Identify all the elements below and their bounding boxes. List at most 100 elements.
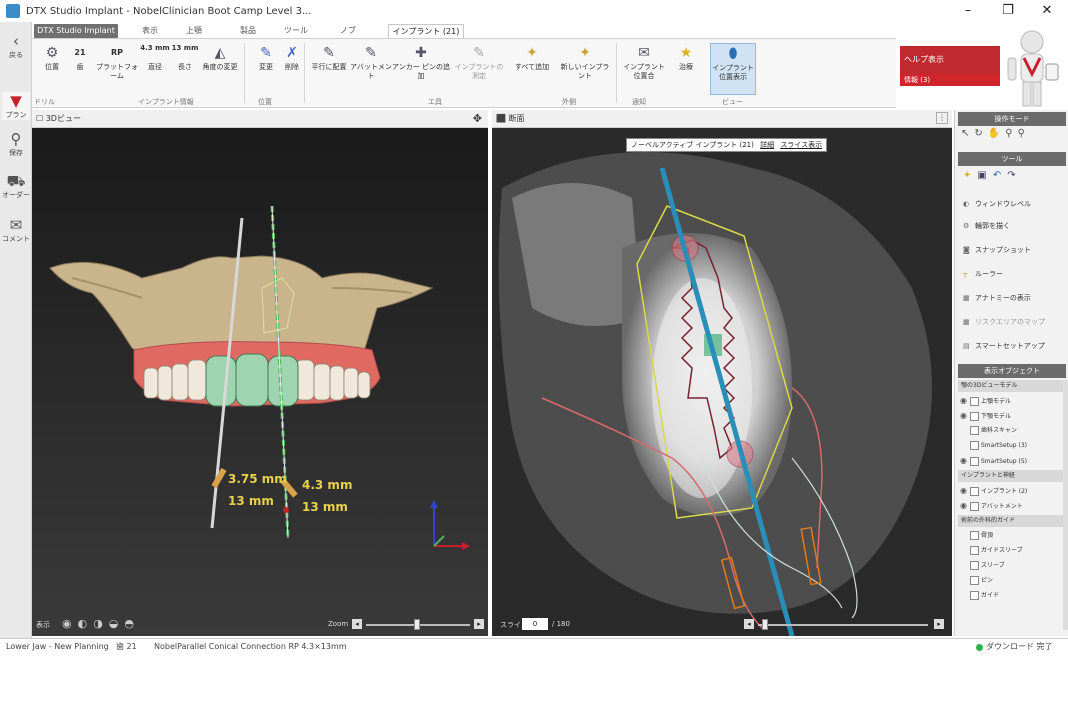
nav-comment[interactable]: ✉ コメント bbox=[2, 216, 30, 244]
tool-anatomy[interactable]: ▦ アナトミーの表示 bbox=[963, 290, 1063, 306]
rotate-mode-icon[interactable]: ↻ bbox=[974, 128, 987, 139]
visibility-checkbox[interactable] bbox=[970, 546, 979, 555]
tab-knob[interactable]: ノブ bbox=[328, 24, 368, 38]
tool-label: スナップショット bbox=[975, 246, 1031, 254]
back-button[interactable]: ‹ 戻る bbox=[2, 32, 30, 60]
tool-snapshot[interactable]: ◙ スナップショット bbox=[963, 242, 1063, 258]
measurement-length-right: 13 mm bbox=[302, 500, 348, 514]
object-row[interactable]: ガイドスリーブ bbox=[960, 543, 1060, 558]
slice-next-button[interactable]: ▸ bbox=[934, 619, 944, 629]
status-ok-icon bbox=[976, 644, 983, 651]
view3d-viewport[interactable]: 3.75 mm 13 mm 4.3 mm 13 mm 表示 ◉◐◑◒◓ Zoom… bbox=[32, 128, 488, 636]
eye-icon[interactable]: ◉ bbox=[960, 498, 970, 513]
slice-slider-handle[interactable] bbox=[762, 619, 768, 630]
ribbon-parallel-button[interactable]: ✎ 平行に配置 bbox=[306, 43, 352, 72]
visibility-checkbox[interactable] bbox=[970, 397, 979, 406]
tab-view[interactable]: 表示 bbox=[130, 24, 170, 38]
object-row[interactable]: ◉ 下顎モデル bbox=[960, 408, 1060, 423]
select-mode-icon[interactable]: ↖ bbox=[961, 128, 974, 139]
ribbon-abutment-button[interactable]: ✎ アバットメント bbox=[348, 43, 394, 81]
slice-input[interactable]: 0 bbox=[522, 618, 548, 630]
ribbon-platform-button[interactable]: RP プラットフォーム bbox=[94, 43, 140, 81]
object-row[interactable]: スリーブ bbox=[960, 558, 1060, 573]
eye-icon[interactable]: ◉ bbox=[960, 408, 970, 423]
visibility-checkbox[interactable] bbox=[970, 457, 979, 466]
maximize-button[interactable]: ❐ bbox=[993, 2, 1023, 20]
object-row[interactable]: ◉ SmartSetup (5) bbox=[960, 453, 1060, 468]
object-row[interactable]: ◉ アバットメント bbox=[960, 498, 1060, 513]
zoom-out-button[interactable]: ◂ bbox=[352, 619, 362, 629]
visibility-checkbox[interactable] bbox=[970, 426, 979, 435]
view-menu-icon[interactable]: ⋮ bbox=[936, 112, 948, 124]
object-row[interactable]: ピン bbox=[960, 573, 1060, 588]
tab-product[interactable]: 製品 bbox=[228, 24, 268, 38]
tool-window-level[interactable]: ◐ ウィンドウレベル bbox=[963, 196, 1063, 212]
ribbon-anchor-button[interactable]: ✚ アンカー ピンの追加 bbox=[390, 43, 452, 81]
ribbon-diameter-button[interactable]: 4.3 mm 直径 bbox=[138, 43, 172, 72]
nav-plan[interactable]: ▼ プラン bbox=[2, 92, 30, 120]
tool-smart-setup[interactable]: ▤ スマートセットアップ bbox=[963, 338, 1063, 354]
visibility-checkbox[interactable] bbox=[970, 531, 979, 540]
status-bar: Lower Jaw - New Planning 歯 21 NobelParal… bbox=[0, 638, 1068, 654]
view-preset-icons[interactable]: ◉◐◑◒◓ bbox=[62, 617, 140, 630]
tab-upper[interactable]: 上顎 bbox=[174, 24, 214, 38]
objects-scrollbar[interactable] bbox=[1063, 380, 1068, 630]
object-row[interactable]: 骨頂 bbox=[960, 528, 1060, 543]
ribbon-length-button[interactable]: 13 mm 長さ bbox=[168, 43, 202, 72]
object-group-title: 顎の3Dビューモデル bbox=[958, 380, 1066, 392]
save-icon[interactable]: ▣ bbox=[977, 170, 992, 181]
nav-order[interactable]: ⛟ オーダー bbox=[2, 172, 30, 200]
object-row[interactable]: ガイド bbox=[960, 588, 1060, 603]
file-menu-button[interactable]: DTX Studio Implant ▾ bbox=[34, 24, 118, 49]
tool-ruler[interactable]: ┬ ルーラー bbox=[963, 266, 1063, 282]
undo-icon[interactable]: ↶ bbox=[993, 170, 1007, 181]
ct-cross-section-viewport[interactable]: ノーベルアクティブ インプラント (21) 詳細 スライス表示 スライス 0 /… bbox=[492, 128, 952, 636]
eye-icon[interactable]: ◉ bbox=[960, 483, 970, 498]
slice-slider[interactable] bbox=[758, 624, 928, 626]
eye-icon[interactable]: ◉ bbox=[960, 453, 970, 468]
ribbon-show-implant-button[interactable]: ⬮ インプラント 位置表示 bbox=[710, 43, 756, 95]
visibility-checkbox[interactable] bbox=[970, 502, 979, 511]
zoom-slider-handle[interactable] bbox=[414, 619, 420, 630]
status-download[interactable]: ダウンロード 完了 bbox=[986, 639, 1053, 655]
details-link[interactable]: 詳細 bbox=[760, 141, 774, 149]
visibility-checkbox[interactable] bbox=[970, 441, 979, 450]
object-row[interactable]: SmartSetup (3) bbox=[960, 438, 1060, 453]
eye-icon[interactable]: ◉ bbox=[960, 393, 970, 408]
minimize-button[interactable]: – bbox=[953, 2, 983, 20]
pan-mode-icon[interactable]: ✋ bbox=[988, 128, 1005, 139]
object-row[interactable]: ◉ 上顎モデル bbox=[960, 393, 1060, 408]
ribbon-align-button[interactable]: ✉ インプラント 位置合 bbox=[622, 43, 666, 81]
ribbon-measure-button[interactable]: ✎ インプラントの測定 bbox=[452, 43, 506, 81]
tab-implant[interactable]: インプラント (21) bbox=[388, 24, 464, 38]
nav-save[interactable]: ⚲ 保存 bbox=[2, 130, 30, 158]
ribbon-add-all-button[interactable]: ✦ すべて追加 bbox=[510, 43, 554, 72]
abutment-icon: ✎ bbox=[365, 45, 377, 61]
tab-tools[interactable]: ツール bbox=[276, 24, 316, 38]
info-notice[interactable]: 情報 (3) bbox=[900, 74, 1000, 86]
wand-icon[interactable]: ✦ bbox=[963, 170, 977, 181]
slice-prev-button[interactable]: ◂ bbox=[744, 619, 754, 629]
visibility-checkbox[interactable] bbox=[970, 412, 979, 421]
visibility-checkbox[interactable] bbox=[970, 576, 979, 585]
tool-label: ルーラー bbox=[975, 270, 1003, 278]
slice-view-link[interactable]: スライス表示 bbox=[780, 141, 822, 149]
risk-icon: ▦ bbox=[963, 318, 970, 326]
visibility-checkbox[interactable] bbox=[970, 487, 979, 496]
object-row[interactable]: 歯科スキャン bbox=[960, 423, 1060, 438]
pan-icon[interactable]: ✥ bbox=[473, 110, 482, 128]
tool-risk-map[interactable]: ▦ リスクエリアのマップ bbox=[963, 314, 1063, 330]
zoom-mode-icon[interactable]: ⚲ bbox=[1005, 128, 1017, 139]
visibility-checkbox[interactable] bbox=[970, 591, 979, 600]
ribbon-new-implant-button[interactable]: ✦ 新しいインプラント bbox=[558, 43, 612, 81]
measurement-length-left: 13 mm bbox=[228, 494, 274, 508]
visibility-checkbox[interactable] bbox=[970, 561, 979, 570]
zoom-in-button[interactable]: ▸ bbox=[474, 619, 484, 629]
ribbon-treat-button[interactable]: ★ 治療 bbox=[668, 43, 704, 72]
redo-icon[interactable]: ↷ bbox=[1007, 170, 1021, 181]
close-button[interactable]: ✕ bbox=[1032, 2, 1062, 20]
tool-contour[interactable]: ⚙ 輪郭を描く bbox=[963, 218, 1063, 234]
object-row[interactable]: ◉ インプラント (2) bbox=[960, 483, 1060, 498]
magnify-mode-icon[interactable]: ⚲ bbox=[1018, 128, 1030, 139]
ribbon-angle-button[interactable]: ◭ 角度の変更 bbox=[200, 43, 240, 72]
